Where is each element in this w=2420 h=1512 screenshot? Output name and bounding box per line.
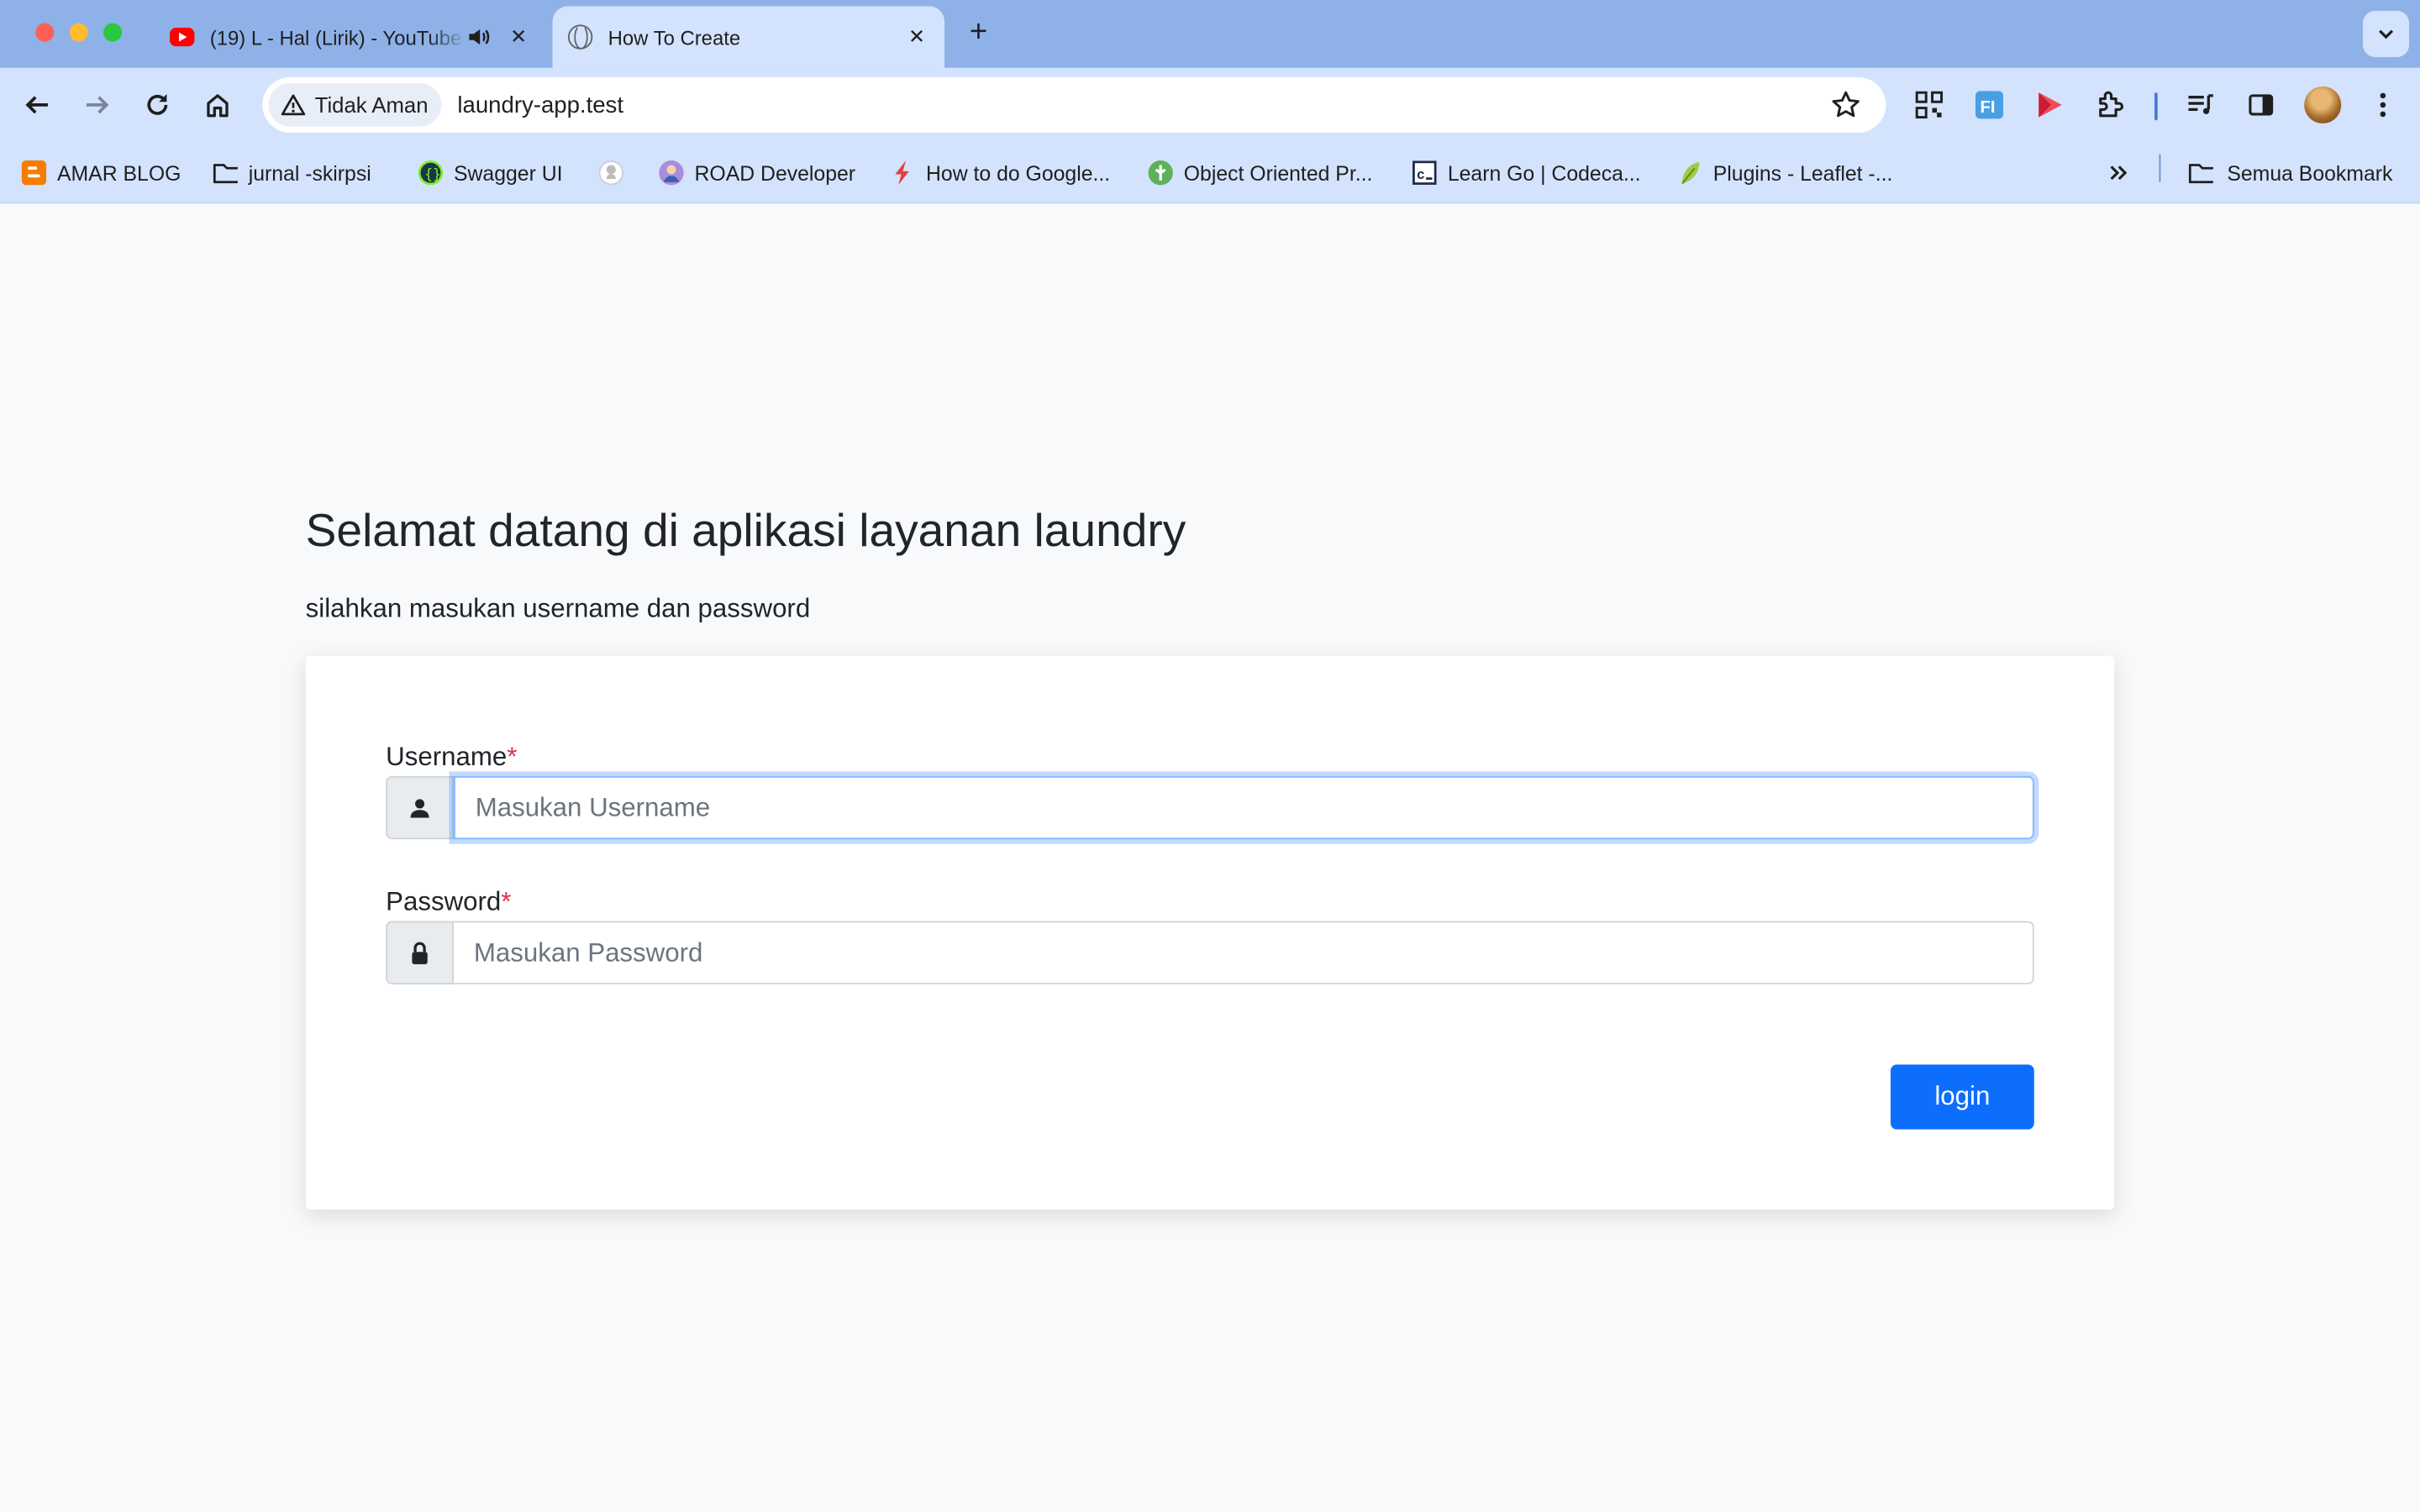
bookmark-label: Semua Bookmark (2227, 160, 2393, 185)
side-panel-icon[interactable] (2244, 88, 2278, 122)
forward-arrow-icon[interactable] (79, 87, 116, 123)
swagger-icon: {} (418, 160, 444, 186)
folder-icon (2188, 160, 2213, 185)
reload-icon[interactable] (139, 87, 176, 123)
bookmark-plugins-leaflet[interactable]: Plugins - Leaflet -... (1677, 155, 1892, 192)
minimize-window-button[interactable] (69, 23, 88, 42)
bookmark-github[interactable] (598, 155, 634, 192)
security-chip-label: Tidak Aman (314, 92, 429, 118)
bookmark-swagger-ui[interactable]: {} Swagger UI (418, 155, 563, 192)
bookmark-label: Learn Go | Codeca... (1447, 160, 1641, 185)
bookmark-label: Object Oriented Pr... (1183, 160, 1373, 185)
more-menu-icon[interactable] (2366, 88, 2400, 122)
svg-text:FI: FI (1980, 98, 1995, 117)
login-button[interactable]: login (1890, 1064, 2034, 1130)
bookmark-amar-blog[interactable]: AMAR BLOG (21, 155, 182, 192)
tab-title: (19) L - Hal (Lirik) - YouTube (209, 25, 462, 49)
bookmark-road-developer[interactable]: ROAD Developer (659, 155, 855, 192)
password-label: Password* (386, 887, 512, 916)
warning-icon (281, 94, 306, 116)
treehouse-icon (1148, 160, 1173, 186)
bookmark-label: AMAR BLOG (56, 160, 182, 185)
fi-extension-icon[interactable]: FI (1972, 88, 2006, 122)
tab-how-to-create[interactable]: How To Create ✕ (552, 6, 945, 68)
lock-icon (386, 921, 454, 984)
puzzle-extensions-icon[interactable] (2093, 88, 2127, 122)
username-input-group (386, 775, 2034, 840)
page-content: Selamat datang di aplikasi layanan laund… (0, 203, 2420, 1512)
password-input-group (386, 921, 2034, 984)
github-icon (598, 160, 624, 186)
home-icon[interactable] (199, 87, 236, 123)
bookmark-label: How to do Google... (926, 160, 1111, 185)
tab-strip: (19) L - Hal (Lirik) - YouTube ✕ How To … (0, 0, 2420, 68)
bookmarks-divider (2159, 154, 2161, 182)
address-bar[interactable]: Tidak Aman laundry-app.test (262, 76, 1886, 133)
bookmark-how-to-do-google[interactable]: How to do Google... (891, 155, 1110, 192)
svg-text:{}: {} (424, 166, 441, 182)
page-title: Selamat datang di aplikasi layanan laund… (305, 506, 1186, 558)
plus-icon[interactable]: + (963, 15, 994, 52)
close-tab-icon[interactable]: ✕ (904, 24, 929, 49)
page-subtitle: silahkan masukan username dan password (305, 594, 811, 624)
road-developer-icon (659, 160, 684, 186)
bolt-icon (891, 160, 915, 186)
required-marker: * (501, 887, 512, 916)
login-card: Username* Password* login (305, 655, 2115, 1210)
bookmark-label: ROAD Developer (694, 160, 856, 185)
all-bookmarks-folder[interactable]: Semua Bookmark (2188, 155, 2392, 192)
required-marker: * (507, 742, 518, 772)
back-arrow-icon[interactable] (18, 87, 55, 123)
video-extension-icon[interactable] (2033, 88, 2066, 122)
close-tab-icon[interactable]: ✕ (506, 24, 530, 49)
bookmarks-overflow-icon[interactable] (2107, 155, 2131, 192)
tab-title: How To Create (608, 25, 741, 49)
chevron-down-icon[interactable] (2362, 10, 2410, 57)
qr-code-extension-icon[interactable] (1912, 88, 1946, 122)
media-controls-icon[interactable] (2184, 88, 2217, 122)
speaker-icon[interactable] (466, 24, 491, 49)
security-chip[interactable]: Tidak Aman (268, 83, 443, 127)
bookmark-label: Swagger UI (453, 160, 563, 185)
tab-youtube[interactable]: (19) L - Hal (Lirik) - YouTube ✕ (155, 6, 547, 67)
folder-icon (213, 160, 238, 185)
youtube-icon (170, 28, 195, 47)
username-label: Username* (386, 742, 518, 772)
profile-avatar[interactable] (2304, 86, 2342, 123)
browser-toolbar: Tidak Aman laundry-app.test FI (0, 67, 2420, 142)
bookmark-label: jurnal -skirpsi (248, 160, 371, 185)
bookmark-learn-go[interactable]: c Learn Go | Codeca... (1413, 155, 1641, 192)
blogger-icon (21, 160, 47, 186)
svg-text:c: c (1417, 166, 1424, 182)
toolbar-divider (2154, 92, 2158, 121)
close-window-button[interactable] (35, 23, 55, 42)
leaflet-icon (1677, 160, 1702, 185)
globe-icon (567, 24, 593, 50)
username-input[interactable] (453, 775, 2034, 840)
bookmark-label: Plugins - Leaflet -... (1712, 160, 1893, 185)
codecademy-icon: c (1413, 160, 1437, 185)
bookmark-object-oriented[interactable]: Object Oriented Pr... (1148, 155, 1373, 192)
user-icon (386, 775, 454, 840)
star-bookmark-icon[interactable] (1830, 90, 1861, 129)
password-input[interactable] (453, 921, 2034, 984)
url-text[interactable]: laundry-app.test (457, 92, 623, 118)
maximize-window-button[interactable] (103, 23, 123, 42)
bookmark-jurnal-skirpsi[interactable]: jurnal -skirpsi (213, 155, 371, 192)
bookmarks-bar: AMAR BLOG jurnal -skirpsi {} Swagger UI … (0, 141, 2420, 204)
